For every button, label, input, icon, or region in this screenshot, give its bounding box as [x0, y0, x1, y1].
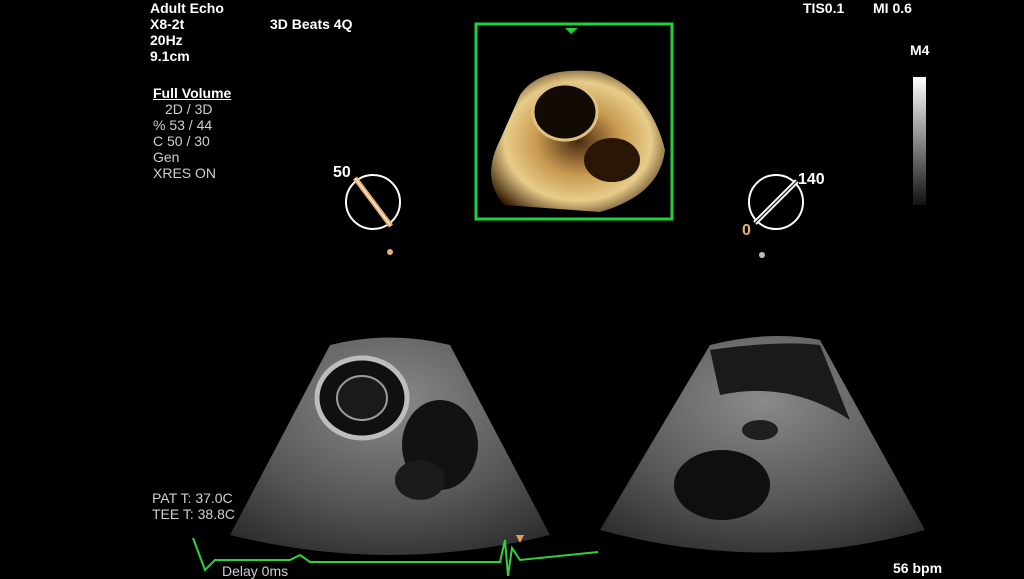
ecg-delay-label: Delay 0ms: [222, 563, 289, 579]
acq-line-5: XRES ON: [153, 165, 217, 181]
left-2d-sector: [230, 337, 550, 555]
temperature-panel: PAT T: 37.0C TEE T: 38.8C: [152, 490, 235, 522]
grayscale-bar: [913, 77, 926, 205]
acquisition-label: Full Volume: [153, 85, 232, 101]
patient-temp: PAT T: 37.0C: [152, 490, 233, 506]
right-plane-angle: 140: [798, 171, 825, 188]
acquisition-panel: Full Volume 2D / 3D % 53 / 44 C 50 / 30 …: [153, 85, 231, 181]
depth-label: 9.1cm: [150, 48, 190, 64]
acq-line-2: % 53 / 44: [153, 117, 213, 133]
frame-rate-label: 20Hz: [150, 32, 183, 48]
grayscale-map-label: M4: [910, 42, 930, 58]
acq-line-3: C 50 / 30: [153, 133, 210, 149]
tee-temp: TEE T: 38.8C: [152, 506, 236, 522]
right-plane-marker: [748, 174, 804, 258]
probe-label: X8-2t: [150, 16, 185, 32]
right-plane-secondary-angle: 0: [742, 222, 751, 239]
left-plane-angle: 50: [333, 164, 351, 181]
heart-rate-label: 56 bpm: [893, 560, 943, 576]
tis-label: TIS0.1: [803, 0, 845, 16]
mi-label: MI 0.6: [873, 0, 912, 16]
mode-title: 3D Beats 4Q: [270, 16, 353, 32]
header-info: Adult Echo X8-2t 20Hz 9.1cm: [150, 0, 224, 64]
right-2d-sector: [600, 336, 925, 553]
preset-label: Adult Echo: [150, 0, 224, 16]
acq-line-1: 2D / 3D: [165, 101, 213, 117]
acq-line-4: Gen: [153, 149, 180, 165]
3d-volume-render: [474, 22, 674, 221]
left-plane-marker: [345, 174, 401, 255]
